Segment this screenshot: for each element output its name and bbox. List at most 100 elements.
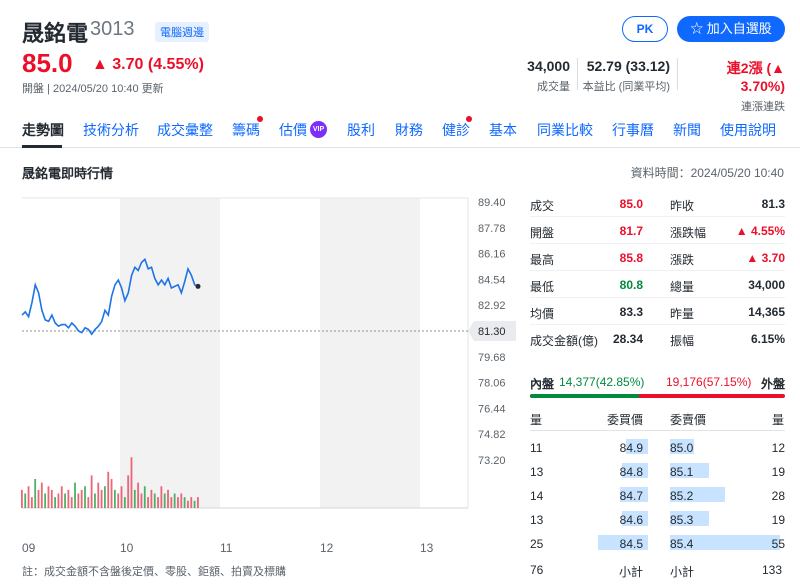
ask-volume: 19	[771, 465, 785, 479]
stat-volume: 34,000 成交量	[527, 58, 570, 93]
quote-value: 6.15%	[750, 332, 785, 346]
volume-bar	[57, 493, 60, 508]
bid-volume: 25	[530, 537, 544, 551]
volume-bar	[30, 497, 33, 508]
quote-value: ▲ 3.70	[746, 251, 785, 265]
tab-dividend[interactable]: 股利	[347, 120, 375, 140]
volume-bar	[60, 486, 63, 508]
volume-bar	[67, 489, 70, 508]
tab-trades[interactable]: 成交彙整	[157, 120, 213, 140]
quote-value: 28.34	[612, 332, 643, 346]
stock-code: 3013	[90, 18, 135, 40]
volume-bar	[44, 493, 47, 508]
volume-bar	[177, 497, 179, 508]
quote-label: 昨量	[670, 307, 695, 321]
volume-bar	[123, 497, 126, 508]
volume-bar	[193, 500, 196, 508]
ask-price: 85.2	[670, 489, 694, 503]
inout-ratio-bar	[530, 394, 785, 398]
x-tick-label: 13	[420, 541, 434, 555]
intraday-chart[interactable]: 89.40 87.78 86.16 84.54 82.92 81.30 79.68 78.06…	[0, 190, 525, 555]
industry-tag[interactable]: 電腦週邊	[155, 22, 209, 42]
quote-label: 成交	[530, 199, 555, 213]
pk-button[interactable]: PK	[622, 16, 668, 42]
order-row: 13 84.6 85.3 19	[530, 511, 785, 537]
order-row: 13 84.8 85.1 19	[530, 463, 785, 489]
volume-bar	[34, 479, 37, 508]
inner-value: 14,377(42.85%)	[559, 375, 645, 389]
section-title: 晟銘電即時行情	[22, 166, 114, 181]
y-tick-label: 73.20	[478, 455, 506, 467]
tab-trend[interactable]: 走勢圖	[22, 120, 64, 140]
tab-health[interactable]: 健診	[442, 120, 470, 140]
quote-label: 昨收	[670, 199, 695, 213]
stat-pe: 52.79 (33.12) 本益比 (同業平均)	[582, 58, 670, 93]
volume-bar	[140, 493, 143, 508]
tab-finance[interactable]: 財務	[395, 120, 423, 140]
outer-value: 19,176(57.15%)	[666, 375, 752, 389]
volume-bar	[180, 493, 183, 508]
add-watchlist-button[interactable]: ☆ 加入自選股	[677, 16, 785, 42]
volume-bar	[137, 482, 140, 508]
quote-label: 最高	[530, 253, 555, 267]
ask-price: 85.1	[670, 465, 694, 479]
tab-bar: 走勢圖 技術分析 成交彙整 籌碼 估價 股利 財務 健診 基本 同業比較 行事曆…	[0, 112, 800, 148]
volume-bar	[74, 482, 76, 508]
ask-total: 133	[762, 563, 783, 577]
chart-band	[22, 198, 120, 508]
tab-calendar[interactable]: 行事曆	[612, 120, 654, 140]
y-tick-label: 74.82	[478, 429, 506, 441]
quote-label: 均價	[530, 307, 555, 321]
divider	[530, 216, 785, 217]
chart-band	[220, 198, 320, 508]
bid-price: 84.5	[619, 537, 643, 551]
volume-bar	[160, 486, 163, 508]
tab-chips[interactable]: 籌碼	[232, 120, 260, 140]
volume-bar	[100, 489, 103, 508]
tab-basic[interactable]: 基本	[489, 120, 517, 140]
order-row: 11 84.9 85.0 12	[530, 439, 785, 465]
outer-label: 外盤	[761, 377, 786, 391]
volume-bar	[197, 497, 199, 508]
quote-row: 開盤 81.7 漲跌幅 ▲ 4.55%	[530, 224, 785, 251]
volume-bar	[64, 493, 66, 508]
divider	[530, 430, 785, 431]
current-price: 85.0	[22, 48, 73, 78]
footnote: 註：成交金額不含盤後定價、零股、鉅額、拍賣及標購	[22, 566, 286, 578]
y-tick-label: 78.06	[478, 378, 506, 390]
quote-label: 振幅	[670, 334, 695, 348]
y-tick-label: 84.54	[478, 274, 506, 286]
tab-news[interactable]: 新聞	[673, 120, 701, 140]
order-header-bid-volume: 量	[530, 413, 543, 427]
ask-volume: 28	[771, 489, 785, 503]
volume-bar	[127, 475, 130, 508]
divider	[530, 297, 785, 298]
stock-name: 晟銘電	[22, 21, 89, 46]
ask-volume: 55	[771, 537, 785, 551]
tab-peers[interactable]: 同業比較	[537, 120, 593, 140]
active-tab-indicator	[22, 145, 62, 148]
vip-badge-icon: VIP	[310, 121, 327, 138]
quote-value: 83.3	[619, 305, 643, 319]
tab-valuation[interactable]: 估價	[279, 120, 307, 140]
tab-help[interactable]: 使用說明	[720, 120, 776, 140]
bid-volume: 13	[530, 513, 544, 527]
volume-bar	[40, 482, 43, 508]
volume-bar	[170, 497, 173, 508]
quote-row: 均價 83.3 昨量 14,365	[530, 305, 785, 332]
bid-total: 76	[530, 563, 544, 577]
tab-technical[interactable]: 技術分析	[83, 120, 139, 140]
y-tick-label: 87.78	[478, 223, 506, 235]
quote-label: 開盤	[530, 226, 555, 240]
x-tick-label: 09	[22, 541, 36, 555]
volume-bar	[113, 489, 116, 508]
volume-bar	[143, 486, 146, 508]
quote-value: ▲ 4.55%	[735, 224, 785, 238]
x-tick-label: 11	[220, 541, 233, 555]
chart-band	[420, 198, 468, 508]
quote-row: 最低 80.8 總量 34,000	[530, 278, 785, 305]
volume-bar	[70, 497, 73, 508]
quote-row: 成交 85.0 昨收 81.3	[530, 197, 785, 224]
bid-price: 84.7	[619, 489, 643, 503]
quote-row: 成交金額(億) 28.34 振幅 6.15%	[530, 332, 785, 359]
